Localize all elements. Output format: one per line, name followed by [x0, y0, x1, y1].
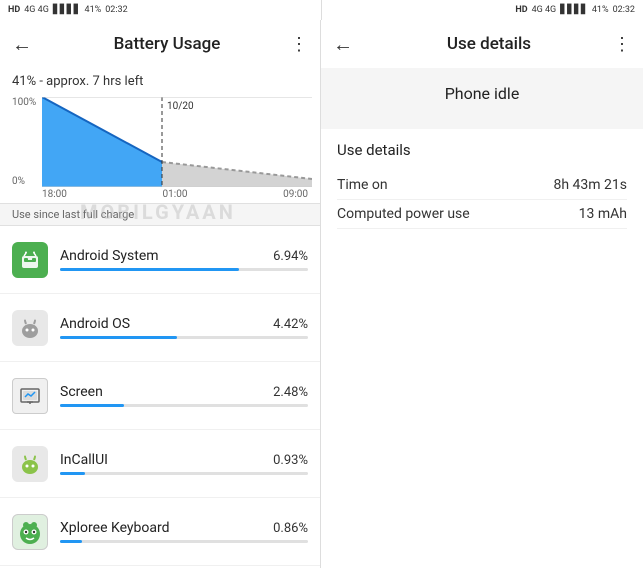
x-label-1: 18:00	[42, 189, 67, 200]
x-label-2: 01:00	[163, 189, 188, 200]
time-left: 02:32	[105, 5, 127, 15]
app-bar-fill	[60, 540, 82, 543]
status-bar-right: HD 4G 4G ▋▋▋▋ 41% 02:32	[322, 0, 643, 20]
app-name: Android System	[60, 248, 159, 264]
battery-chart-svg: 10/20	[42, 97, 312, 187]
app-bar-fill	[60, 404, 124, 407]
left-more-button[interactable]: ⋮	[290, 34, 308, 55]
signal-left: 4G 4G	[24, 5, 49, 15]
app-name: InCallUI	[60, 452, 108, 468]
detail-value-time-on: 8h 43m 21s	[554, 177, 628, 193]
chart-y-labels: 100% 0%	[12, 97, 36, 187]
app-icon-incallui	[12, 446, 48, 482]
app-percent: 6.94%	[273, 249, 308, 264]
app-list: Android System 6.94%	[0, 226, 320, 568]
app-details-android-system: Android System 6.94%	[60, 248, 308, 271]
app-bar-fill	[60, 268, 239, 271]
detail-label-power: Computed power use	[337, 206, 470, 222]
chart-x-labels: 18:00 01:00 09:00	[42, 187, 308, 202]
app-percent: 0.86%	[273, 521, 308, 536]
list-item[interactable]: Xploree Keyboard 0.86%	[0, 498, 320, 566]
right-header: ← Use details ⋮	[321, 20, 643, 68]
app-bar-bg	[60, 472, 308, 475]
signal-right: 4G 4G	[532, 5, 557, 15]
y-label-top: 100%	[12, 97, 36, 108]
left-title: Battery Usage	[44, 34, 290, 54]
app-percent: 0.93%	[273, 453, 308, 468]
use-details-section: Use details Time on 8h 43m 21s Computed …	[321, 129, 643, 241]
app-bar-bg	[60, 404, 308, 407]
app-icon-xploree	[12, 514, 48, 550]
hd-icon-left: HD	[8, 5, 20, 15]
app-name: Screen	[60, 384, 103, 400]
app-icon-android-system	[12, 242, 48, 278]
chart-svg-container: 10/20	[42, 97, 308, 187]
detail-row-time-on: Time on 8h 43m 21s	[337, 171, 627, 200]
list-item[interactable]: Android System 6.94%	[0, 226, 320, 294]
battery-status: 41% - approx. 7 hrs left	[0, 68, 320, 93]
app-bar-fill	[60, 472, 85, 475]
app-icon-android-os	[12, 310, 48, 346]
bars-right: ▋▋▋▋	[560, 5, 588, 15]
battery-right: 41%	[592, 5, 609, 15]
app-name: Android OS	[60, 316, 130, 332]
y-label-bottom: 0%	[12, 176, 36, 187]
app-details-incallui: InCallUI 0.93%	[60, 452, 308, 475]
time-right: 02:32	[613, 5, 635, 15]
list-item[interactable]: InCallUI 0.93%	[0, 430, 320, 498]
left-header: ← Battery Usage ⋮	[0, 20, 320, 68]
left-panel: ← Battery Usage ⋮ 41% - approx. 7 hrs le…	[0, 20, 321, 568]
use-details-title: Use details	[337, 141, 627, 159]
bars-left: ▋▋▋▋	[53, 5, 81, 15]
app-icon-screen	[12, 378, 48, 414]
list-item[interactable]: Android OS 4.42%	[0, 294, 320, 362]
right-title: Use details	[365, 34, 613, 54]
right-panel: ← Use details ⋮ Phone idle Use details T…	[321, 20, 643, 568]
app-display-name: Phone idle	[445, 84, 520, 103]
app-bar-bg	[60, 268, 308, 271]
detail-label-time-on: Time on	[337, 177, 388, 193]
hd-icon-right: HD	[515, 5, 527, 15]
use-since-label: Use since last full charge	[0, 203, 320, 226]
app-details-xploree: Xploree Keyboard 0.86%	[60, 520, 308, 543]
app-section-header: Phone idle	[321, 68, 643, 119]
battery-left: 41%	[85, 5, 102, 15]
left-back-button[interactable]: ←	[12, 32, 32, 57]
app-name: Xploree Keyboard	[60, 520, 170, 536]
app-bar-fill	[60, 336, 177, 339]
detail-row-power: Computed power use 13 mAh	[337, 200, 627, 229]
right-back-button[interactable]: ←	[333, 32, 353, 57]
app-bar-bg	[60, 540, 308, 543]
app-details-android-os: Android OS 4.42%	[60, 316, 308, 339]
svg-text:10/20: 10/20	[167, 101, 194, 112]
app-bar-bg	[60, 336, 308, 339]
right-more-button[interactable]: ⋮	[613, 34, 631, 55]
detail-value-power: 13 mAh	[579, 206, 627, 222]
app-percent: 2.48%	[273, 385, 308, 400]
status-bar-left: HD 4G 4G ▋▋▋▋ 41% 02:32	[0, 0, 321, 20]
app-details-screen: Screen 2.48%	[60, 384, 308, 407]
app-percent: 4.42%	[273, 317, 308, 332]
status-bar: HD 4G 4G ▋▋▋▋ 41% 02:32 HD 4G 4G ▋▋▋▋ 41…	[0, 0, 643, 20]
main-content: ← Battery Usage ⋮ 41% - approx. 7 hrs le…	[0, 20, 643, 568]
x-label-3: 09:00	[283, 189, 308, 200]
battery-chart: 100% 0% 10/20	[0, 93, 320, 203]
list-item[interactable]: Screen 2.48%	[0, 362, 320, 430]
